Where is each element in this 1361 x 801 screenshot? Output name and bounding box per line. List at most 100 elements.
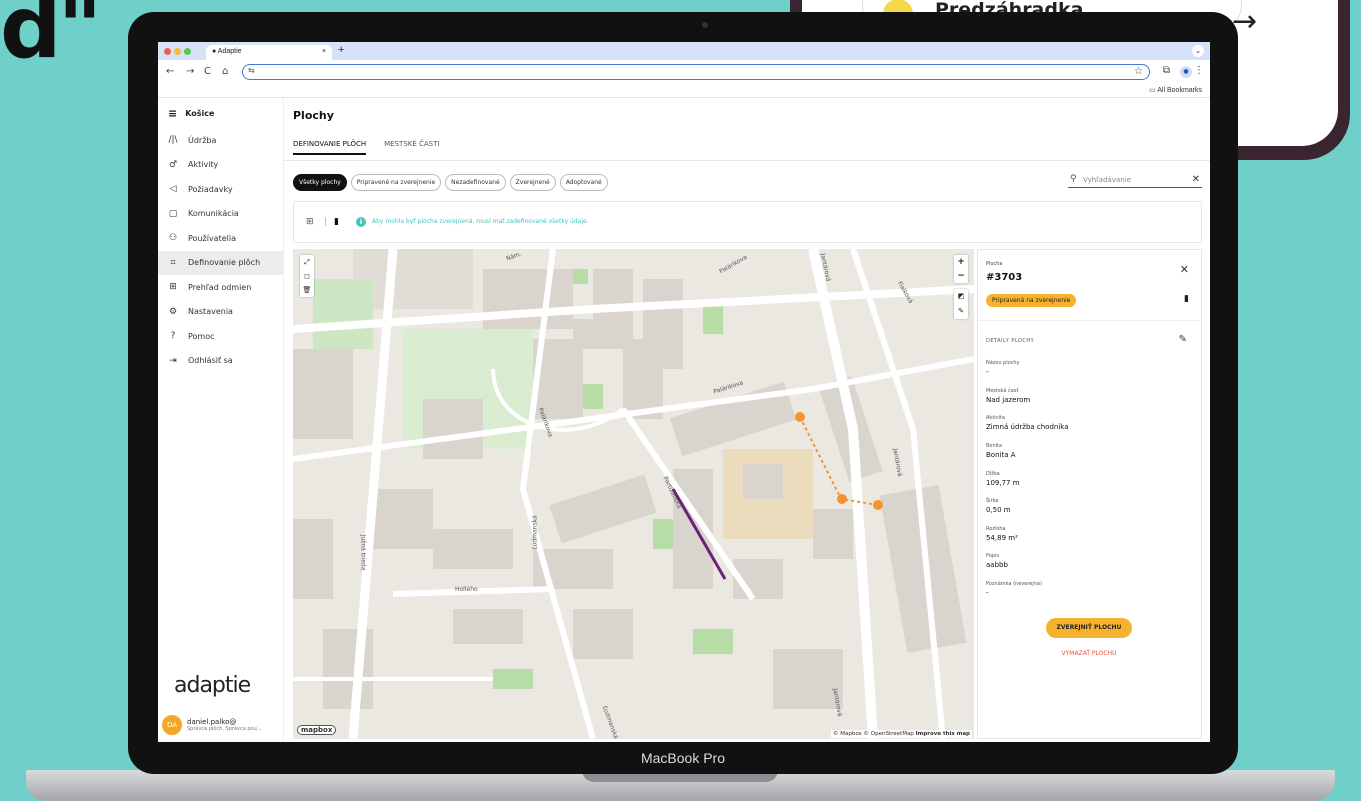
status-badge: Pripravená na zverejnenie xyxy=(986,294,1077,307)
favicon-icon: ● xyxy=(212,48,217,55)
gear-icon: ⚙ xyxy=(168,306,178,317)
sidebar: ≡ Košice /|\ Údržba ♂ Aktivity ◁ Požiadavky… xyxy=(158,98,284,742)
sidebar-item-label: Používatelia xyxy=(188,233,236,243)
field-label: Bonita xyxy=(986,443,1003,449)
extensions-icon[interactable]: ⧉ xyxy=(1163,65,1170,76)
browser-tab[interactable]: ● Adaptie × xyxy=(206,45,332,60)
route-vertex[interactable] xyxy=(873,500,883,510)
tab-definovanie-ploch[interactable]: DEFINOVANIE PLÔCH xyxy=(293,140,367,155)
hamburger-menu-icon[interactable]: ≡ xyxy=(168,107,177,120)
map-view[interactable]: Nám. Palárikova Palárikova Palárikova Ja… xyxy=(293,249,974,739)
field-value: 109,77 m xyxy=(986,479,1020,487)
detail-section-title: DETAILY PLOCHY xyxy=(986,338,1035,344)
field-label: Mestská časť xyxy=(986,388,1019,394)
delete-button[interactable]: VYMAZAŤ PLOCHU xyxy=(1046,650,1132,657)
area-icon: ⌗ xyxy=(170,257,176,268)
screen: ● Adaptie × + ⌄ ← → C ⌂ ⇆ ☆ ⧉ ● ⋮ ▭ All … xyxy=(158,42,1210,742)
minimize-window-button[interactable] xyxy=(174,48,181,55)
clear-search-icon[interactable]: ✕ xyxy=(1192,174,1200,185)
activity-icon: ♂ xyxy=(168,159,178,170)
zoom-in-button[interactable]: + xyxy=(954,255,968,269)
tab-mestske-casti[interactable]: MESTSKÉ ČASTI xyxy=(384,140,439,155)
search-field[interactable]: ⚲ Vyhľadávanie ✕ xyxy=(1068,174,1202,188)
filter-vsetky-plochy[interactable]: Všetky plochy xyxy=(293,174,347,191)
bookmark-star-icon[interactable]: ☆ xyxy=(1134,66,1143,77)
camera xyxy=(702,22,708,28)
search-input[interactable]: Vyhľadávanie xyxy=(1083,176,1131,184)
close-window-button[interactable] xyxy=(164,48,171,55)
sidebar-item-label: Odhlásiť sa xyxy=(188,356,233,366)
new-tab-button[interactable]: + xyxy=(338,44,344,56)
tab-menu-button[interactable]: ⌄ xyxy=(1192,45,1204,57)
filter-nezadefinovane[interactable]: Nezadefinované xyxy=(445,174,506,191)
user-profile[interactable]: DA daniel.palko@ Správca plôch, Správca … xyxy=(162,712,282,738)
map-icon[interactable]: ▮ xyxy=(1184,294,1189,304)
field-mestska-cast: Mestská časť Nad jazerom xyxy=(986,388,1030,404)
draw-polygon-icon[interactable]: ◻ xyxy=(300,269,314,283)
forward-icon[interactable]: → xyxy=(186,66,194,77)
detail-type-label: Plocha xyxy=(986,261,1003,267)
maximize-window-button[interactable] xyxy=(184,48,191,55)
profile-avatar-icon[interactable]: ● xyxy=(1180,66,1192,78)
field-label: Popis xyxy=(986,553,1000,559)
table-view-icon[interactable]: ⊞ xyxy=(306,217,314,227)
zoom-out-button[interactable]: − xyxy=(954,269,968,283)
headline-glyph: d" xyxy=(0,0,102,78)
sidebar-item-aktivity[interactable]: ♂ Aktivity xyxy=(158,153,283,178)
field-label: Dĺžka xyxy=(986,471,1000,477)
route-vertex[interactable] xyxy=(795,412,805,422)
info-box: ⊞ | ▮ i Aby mohla byť plocha zverejnená,… xyxy=(293,201,1202,243)
sidebar-item-label: Nastavenia xyxy=(188,307,233,317)
edit-pencil-icon[interactable]: ✎ xyxy=(1179,334,1187,345)
close-tab-icon[interactable]: × xyxy=(322,48,326,55)
home-icon[interactable]: ⌂ xyxy=(222,66,228,77)
trash-icon[interactable]: 🗑 xyxy=(300,283,314,297)
satellite-toggle-icon[interactable]: ◩ xyxy=(954,289,968,304)
bookmarks-bar: ▭ All Bookmarks xyxy=(158,84,1210,98)
search-icon: ⚲ xyxy=(1070,174,1077,184)
url-input[interactable]: ⇆ ☆ xyxy=(242,64,1150,80)
field-value: - xyxy=(986,589,989,597)
map-view-icon[interactable]: ▮ xyxy=(334,217,339,227)
draw-toolbar: ⤢ ◻ 🗑 xyxy=(300,255,314,297)
street-label: Hollého xyxy=(455,586,478,593)
route-vertex[interactable] xyxy=(837,494,847,504)
sidebar-item-udrzba[interactable]: /|\ Údržba xyxy=(158,128,283,153)
sidebar-item-komunikacia[interactable]: ▢ Komunikácia xyxy=(158,202,283,227)
page-title: Plochy xyxy=(293,109,334,122)
draw-line-icon[interactable]: ⤢ xyxy=(300,255,314,269)
back-icon[interactable]: ← xyxy=(166,66,174,77)
sidebar-item-odhlasit[interactable]: ⇥ Odhlásiť sa xyxy=(158,349,283,374)
improve-map-link[interactable]: Improve this map xyxy=(916,731,970,737)
publish-button[interactable]: ZVEREJNIŤ PLOCHU xyxy=(1046,618,1132,638)
field-value: Nad jazerom xyxy=(986,396,1031,404)
filter-pripravene[interactable]: Pripravené na zverejnenie xyxy=(350,174,442,191)
field-aktivita: Aktivita Zimná údržba chodníka xyxy=(986,415,1069,431)
filter-chips: Všetky plochy Pripravené na zverejnenie … xyxy=(293,174,608,191)
map-attribution: © Mapbox © OpenStreetMap Improve this ma… xyxy=(831,730,972,738)
field-value: - xyxy=(986,368,989,376)
reload-icon[interactable]: C xyxy=(204,66,211,77)
site-info-icon[interactable]: ⇆ xyxy=(248,66,255,75)
field-poznamka: Poznámka (neverejná) - xyxy=(986,581,1042,597)
city-name: Košice xyxy=(185,108,215,118)
all-bookmarks-link[interactable]: ▭ All Bookmarks xyxy=(1149,86,1202,94)
sidebar-item-pomoc[interactable]: ? Pomoc xyxy=(158,324,283,349)
page-tabs: DEFINOVANIE PLÔCH MESTSKÉ ČASTI xyxy=(293,140,439,155)
sidebar-item-definovanie-ploch[interactable]: ⌗ Definovanie plôch xyxy=(158,250,283,275)
sidebar-header: ≡ Košice xyxy=(158,98,283,128)
measure-icon[interactable]: ✎ xyxy=(954,304,968,319)
sidebar-item-nastavenia[interactable]: ⚙ Nastavenia xyxy=(158,300,283,325)
field-value: Bonita A xyxy=(986,451,1016,459)
user-name: daniel.palko@ xyxy=(187,718,237,726)
browser-menu-icon[interactable]: ⋮ xyxy=(1194,65,1204,76)
sidebar-item-prehlad-odmien[interactable]: ⊞ Prehľad odmien xyxy=(158,275,283,300)
field-sirka: Šírka 0,50 m xyxy=(986,498,1011,514)
sidebar-item-pouzivatelia[interactable]: ⚇ Používatelia xyxy=(158,226,283,251)
field-label: Poznámka (neverejná) xyxy=(986,581,1042,587)
close-icon[interactable]: ✕ xyxy=(1180,263,1189,276)
sidebar-item-poziadavky[interactable]: ◁ Požiadavky xyxy=(158,177,283,202)
filter-adoptovane[interactable]: Adoptované xyxy=(559,174,608,191)
field-label: Názov plochy xyxy=(986,360,1020,366)
filter-zverejnene[interactable]: Zverejnené xyxy=(509,174,556,191)
